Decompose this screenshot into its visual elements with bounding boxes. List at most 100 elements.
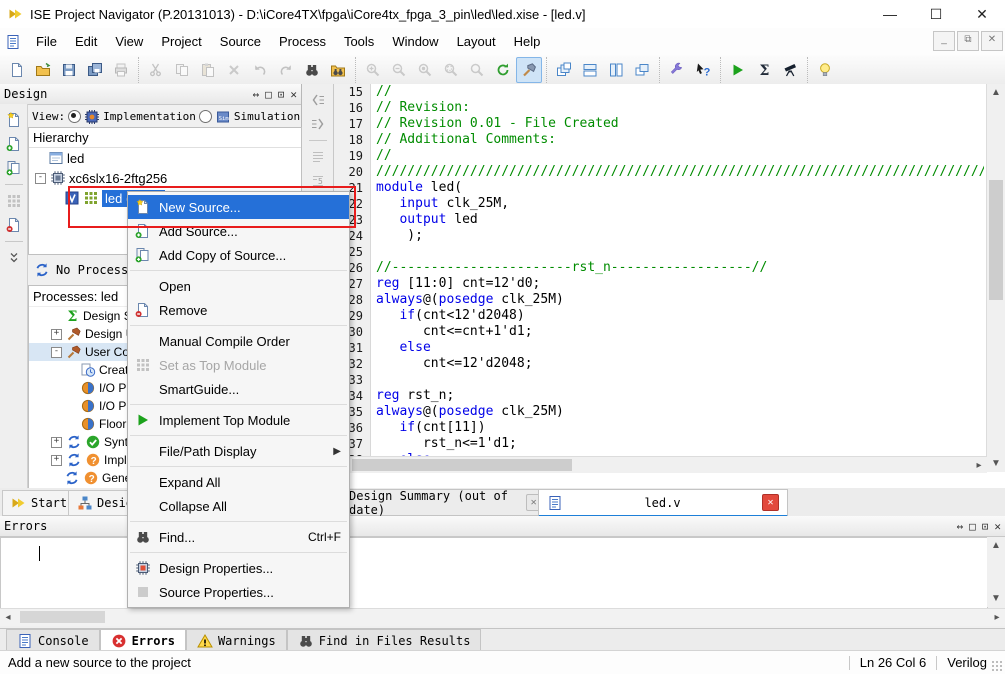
editor-tab-design-summary-out-of-date[interactable]: Design Summary (out of date)✕ (340, 489, 550, 516)
context-menu-item-expand-all[interactable]: Expand All (128, 470, 349, 494)
rail-button-add-source[interactable] (3, 133, 25, 155)
mdi-close-button[interactable]: ✕ (981, 31, 1003, 51)
strip-button-nav-next[interactable] (307, 113, 329, 135)
menu-item-view[interactable]: View (106, 30, 152, 53)
tab-close-icon[interactable]: ✕ (762, 494, 779, 511)
context-menu-item-find[interactable]: Find...Ctrl+F (128, 525, 349, 549)
rail-button-chevron-collapse[interactable] (3, 247, 25, 269)
scrollbar-thumb[interactable] (989, 180, 1003, 300)
context-menu-item-new-source[interactable]: New Source... (128, 195, 349, 219)
context-menu-item-open[interactable]: Open (128, 274, 349, 298)
maximize-icon[interactable]: □ (969, 520, 976, 533)
radio-implementation[interactable] (68, 110, 81, 123)
close-icon[interactable]: ✕ (994, 520, 1001, 533)
menu-item-layout[interactable]: Layout (448, 30, 505, 53)
scroll-down-icon[interactable]: ▼ (987, 455, 1005, 472)
context-menu-item-implement-top-module[interactable]: Implement Top Module (128, 408, 349, 432)
rail-button-add-copy-source[interactable] (3, 157, 25, 179)
toolbar-button-telescope[interactable] (777, 57, 803, 83)
resize-grip[interactable] (991, 660, 1003, 672)
editor-vertical-scrollbar[interactable]: ▲ ▼ (986, 84, 1005, 472)
mdi-restore-button[interactable]: ⧉ (957, 31, 979, 51)
code-area[interactable]: //// Revision:// Revision 0.01 - File Cr… (376, 84, 984, 456)
menu-item-project[interactable]: Project (152, 30, 210, 53)
float-icon[interactable]: ↔ (957, 520, 964, 533)
expander-icon[interactable]: + (51, 437, 62, 448)
rail-button-remove-source[interactable] (3, 214, 25, 236)
menu-item-edit[interactable]: Edit (66, 30, 106, 53)
toolbar-button-tile-vertical[interactable] (603, 57, 629, 83)
strip-button-nav-prev[interactable] (307, 89, 329, 111)
scrollbar-thumb[interactable] (20, 611, 105, 623)
scroll-up-icon[interactable]: ▲ (987, 84, 1005, 101)
expander-icon[interactable]: + (51, 455, 62, 466)
context-menu-item-smartguide[interactable]: SmartGuide... (128, 377, 349, 401)
restore-icon[interactable]: ⊡ (982, 520, 989, 533)
scrollbar-thumb[interactable] (352, 459, 572, 471)
rail-button-new-source[interactable] (3, 109, 25, 131)
menu-item-source[interactable]: Source (211, 30, 270, 53)
bottom-tab-console[interactable]: Console (6, 629, 100, 651)
expander-icon[interactable]: - (51, 347, 62, 358)
menu-item-process[interactable]: Process (270, 30, 335, 53)
scroll-right-icon[interactable]: ▸ (971, 457, 987, 474)
menu-item-help[interactable]: Help (505, 30, 550, 53)
bottom-tab-errors[interactable]: Errors (100, 629, 186, 651)
menu-item-file[interactable]: File (27, 30, 66, 53)
expander-icon[interactable]: - (35, 173, 46, 184)
menu-item-window[interactable]: Window (383, 30, 447, 53)
toolbar-button-run-play[interactable] (725, 57, 751, 83)
scroll-right-icon[interactable]: ▸ (989, 609, 1005, 626)
window-close-button[interactable]: ✕ (959, 0, 1005, 28)
float-icon[interactable]: ↔ (253, 88, 260, 101)
radio-simulation[interactable] (199, 110, 212, 123)
toolbar-button-open-folder[interactable] (30, 57, 56, 83)
window-maximize-button[interactable]: ☐ (913, 0, 959, 28)
errors-vertical-scrollbar[interactable]: ▲ ▼ (987, 537, 1005, 607)
strip-button-list-lines[interactable] (307, 146, 329, 168)
toolbar-button-float-window[interactable] (629, 57, 655, 83)
expander-icon[interactable]: + (51, 329, 62, 340)
toolbar-button-lightbulb[interactable] (812, 57, 838, 83)
scroll-down-icon[interactable]: ▼ (987, 590, 1005, 607)
restore-icon[interactable]: ⊡ (278, 88, 285, 101)
simulation-label[interactable]: Simulation (234, 110, 300, 123)
scroll-up-icon[interactable]: ▲ (987, 537, 1005, 554)
tab-start[interactable]: Start (2, 490, 76, 516)
context-menu-item-design-properties[interactable]: Design Properties... (128, 556, 349, 580)
toolbar-button-find-binoculars[interactable] (299, 57, 325, 83)
editor-tab-led-v[interactable]: led.v✕ (538, 489, 788, 518)
context-menu-item-collapse-all[interactable]: Collapse All (128, 494, 349, 518)
toolbar-button-tile-horizontal[interactable] (577, 57, 603, 83)
context-menu-item-add-copy-of-source[interactable]: Add Copy of Source... (128, 243, 349, 267)
context-menu-item-manual-compile-order[interactable]: Manual Compile Order (128, 329, 349, 353)
tree-row-led[interactable]: led (29, 148, 301, 168)
context-menu-item-file-path-display[interactable]: File/Path Display▶ (128, 439, 349, 463)
errors-horizontal-scrollbar[interactable]: ◂ ▸ (0, 608, 1005, 626)
context-menu-item-remove[interactable]: Remove (128, 298, 349, 322)
toolbar-button-find-in-files[interactable] (325, 57, 351, 83)
toolbar-button-cascade-windows[interactable] (551, 57, 577, 83)
window-minimize-button[interactable]: — (867, 0, 913, 28)
bottom-tab-find-in-files-results[interactable]: Find in Files Results (287, 629, 482, 651)
maximize-icon[interactable]: □ (265, 88, 272, 101)
toolbar-button-new-file[interactable] (4, 57, 30, 83)
toolbar-button-help-pointer[interactable]: ? (690, 57, 716, 83)
rail-button-set-top-module-disabled[interactable] (3, 190, 25, 212)
strip-button-list-lines-5[interactable]: 5 (307, 170, 329, 192)
context-menu-item-add-source[interactable]: Add Source... (128, 219, 349, 243)
toolbar-button-editor-hammer[interactable] (516, 57, 542, 83)
toolbar-button-refresh[interactable] (490, 57, 516, 83)
context-menu-item-source-properties[interactable]: Source Properties... (128, 580, 349, 604)
editor-horizontal-scrollbar[interactable]: ◂ ▸ (334, 456, 987, 473)
toolbar-button-wrench[interactable] (664, 57, 690, 83)
bottom-tab-warnings[interactable]: Warnings (186, 629, 287, 651)
toolbar-button-save[interactable] (56, 57, 82, 83)
mdi-minimize-button[interactable]: _ (933, 31, 955, 51)
toolbar-button-sigma[interactable]: Σ (751, 57, 777, 83)
code-editor[interactable]: 1516171819202122232425262728293031323334… (334, 84, 1005, 488)
menu-item-tools[interactable]: Tools (335, 30, 383, 53)
tree-row-xc6slx16-2ftg256[interactable]: -xc6slx16-2ftg256 (29, 168, 301, 188)
implementation-label[interactable]: Implementation (103, 110, 196, 123)
toolbar-button-save-all[interactable] (82, 57, 108, 83)
